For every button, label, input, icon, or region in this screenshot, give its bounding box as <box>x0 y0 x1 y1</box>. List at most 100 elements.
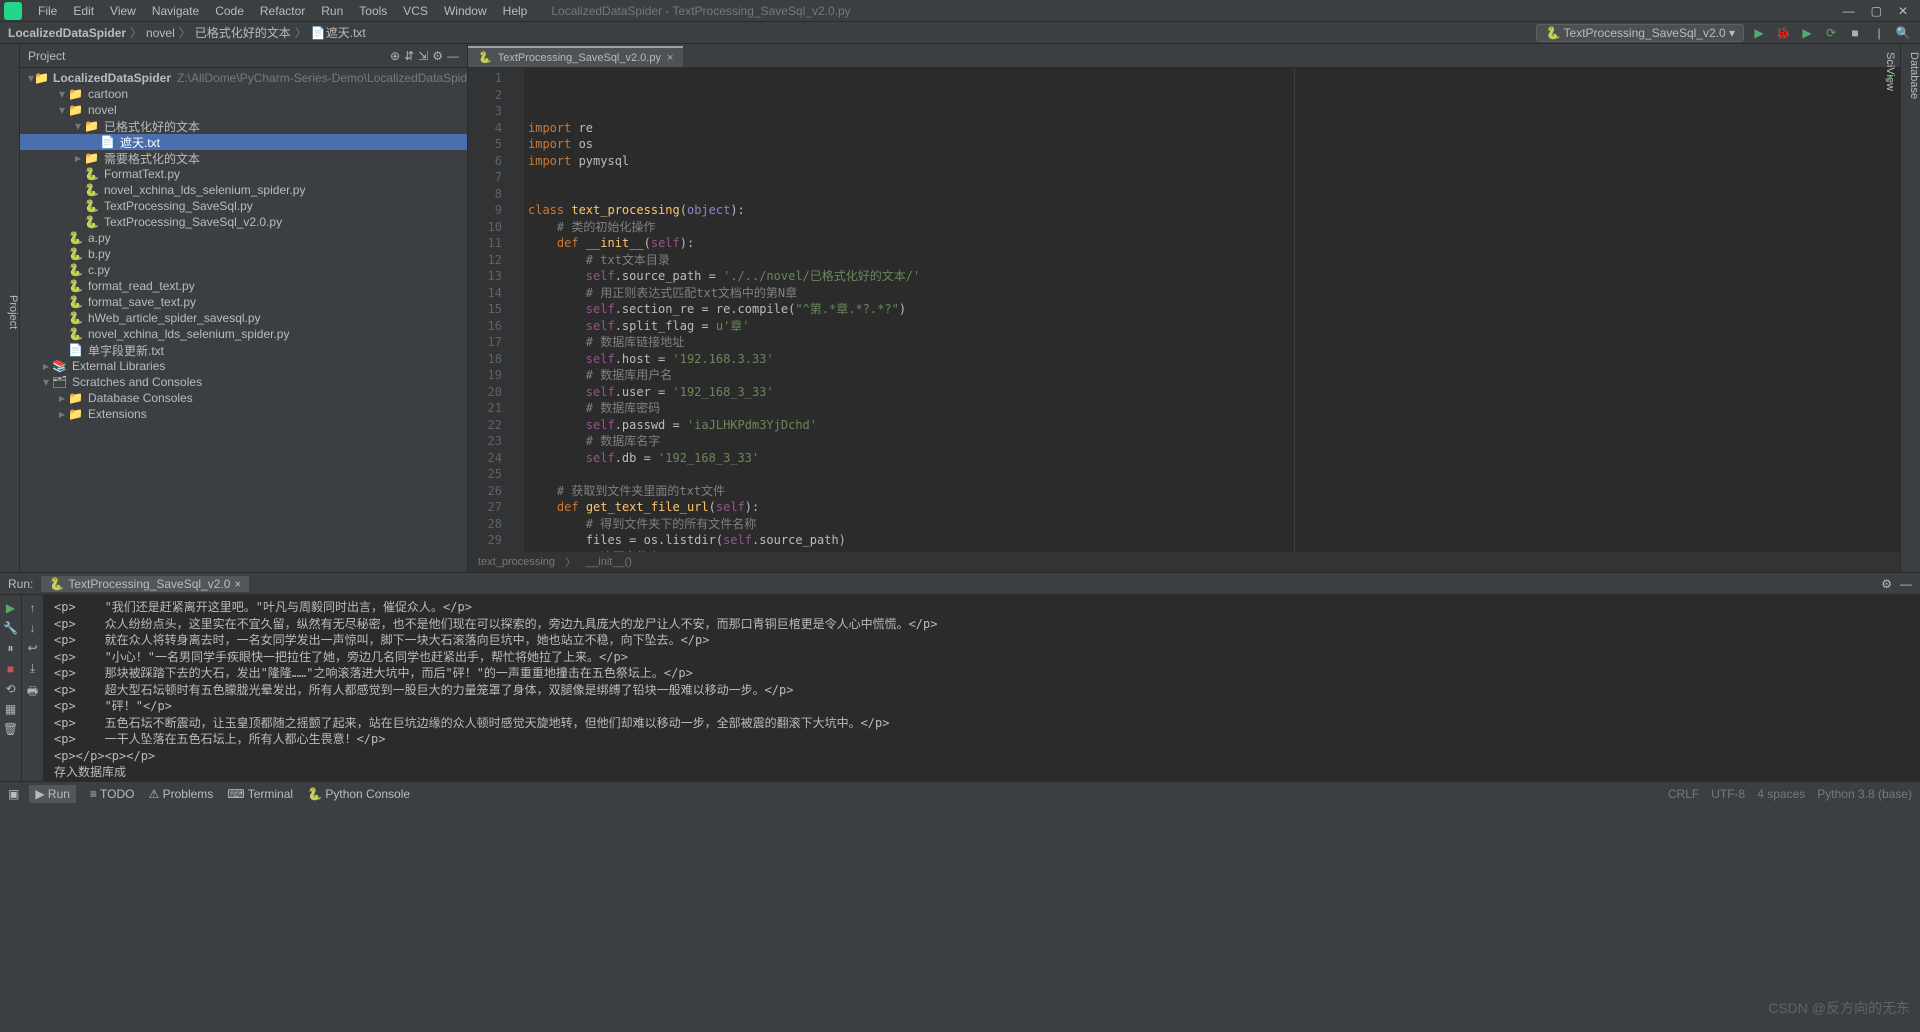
hide-icon[interactable]: — <box>447 49 459 63</box>
tree-item[interactable]: 🐍format_read_text.py <box>20 278 467 294</box>
status-tab-python console[interactable]: 🐍 Python Console <box>307 785 410 803</box>
watermark: CSDN @反方向的无东 <box>1768 998 1910 1018</box>
menu-code[interactable]: Code <box>207 2 252 20</box>
maximize-button[interactable]: ▢ <box>1871 4 1882 18</box>
tree-item[interactable]: 🐍novel_xchina_lds_selenium_spider.py <box>20 326 467 342</box>
up-icon[interactable]: ↑ <box>30 601 36 615</box>
menu-navigate[interactable]: Navigate <box>144 2 207 20</box>
coverage-button[interactable]: ▶ <box>1798 24 1816 42</box>
run-toolbar-secondary: ↑ ↓ ↩ ⤓ 🖶 <box>22 595 44 781</box>
status-info[interactable]: 4 spaces <box>1757 787 1805 801</box>
window-title: LocalizedDataSpider - TextProcessing_Sav… <box>551 4 850 18</box>
settings-icon[interactable]: ⚙ <box>1881 577 1892 591</box>
breadcrumb[interactable]: novel <box>146 26 175 40</box>
run-config-selector[interactable]: 🐍 TextProcessing_SaveSql_v2.0 ▾ <box>1536 24 1744 42</box>
menu-run[interactable]: Run <box>313 2 351 20</box>
editor-tab[interactable]: 🐍 TextProcessing_SaveSql_v2.0.py × <box>468 46 683 67</box>
status-tab-run[interactable]: ▶ Run <box>29 785 76 803</box>
tree-item[interactable]: 🐍format_save_text.py <box>20 294 467 310</box>
status-info[interactable]: Python 3.8 (base) <box>1817 787 1912 801</box>
tree-item[interactable]: ▸📚External Libraries <box>20 358 467 374</box>
tree-item[interactable]: ▸📁Extensions <box>20 406 467 422</box>
tree-item[interactable]: 🐍TextProcessing_SaveSql.py <box>20 198 467 214</box>
status-tab-problems[interactable]: ⚠ Problems <box>149 785 214 803</box>
file-icon: 📄 <box>311 26 326 40</box>
rerun-button[interactable]: ▶ <box>6 601 15 615</box>
menu-window[interactable]: Window <box>436 2 495 20</box>
divider: | <box>1870 24 1888 42</box>
inspection-ok-icon[interactable]: ✔ <box>1884 72 1894 86</box>
tree-item[interactable]: 🐍b.py <box>20 246 467 262</box>
menu-edit[interactable]: Edit <box>65 2 102 20</box>
status-bar: ▣ ▶ Run ≡ TODO ⚠ Problems ⌨ Terminal 🐍 Pytho… <box>0 781 1920 805</box>
minimize-button[interactable]: — <box>1843 4 1855 18</box>
tree-item[interactable]: ▾📁novel <box>20 102 467 118</box>
tree-item[interactable]: ▸📁需要格式化的文本 <box>20 150 467 166</box>
tree-item[interactable]: ▾🗂Scratches and Consoles <box>20 374 467 390</box>
soft-wrap-icon[interactable]: ↩ <box>27 641 37 655</box>
menu-vcs[interactable]: VCS <box>395 2 436 20</box>
breadcrumb[interactable]: 已格式化好的文本 <box>195 24 291 41</box>
close-button[interactable]: ✕ <box>1898 4 1908 18</box>
select-opened-icon[interactable]: ⊕ <box>390 49 400 63</box>
right-tool-stripe[interactable]: Database SciView <box>1900 44 1920 572</box>
expand-all-icon[interactable]: ⇵ <box>404 49 414 63</box>
stop-button[interactable]: ■ <box>1846 24 1864 42</box>
tree-item[interactable]: 📄遮天.txt <box>20 134 467 150</box>
nav-bar: LocalizedDataSpider 〉 novel 〉 已格式化好的文本 〉… <box>0 22 1920 44</box>
tree-item[interactable]: 🐍TextProcessing_SaveSql_v2.0.py <box>20 214 467 230</box>
breadcrumb-file[interactable]: 遮天.txt <box>326 24 366 41</box>
menu-help[interactable]: Help <box>495 2 536 20</box>
search-everywhere-button[interactable]: 🔍 <box>1894 24 1912 42</box>
tools-icon[interactable]: 🔧 <box>3 621 18 635</box>
tree-item[interactable]: 🐍c.py <box>20 262 467 278</box>
tree-item[interactable]: ▾📁cartoon <box>20 86 467 102</box>
code-editor[interactable]: import reimport osimport pymysqlclass te… <box>524 68 1900 552</box>
status-info[interactable]: UTF-8 <box>1711 787 1745 801</box>
stop-button[interactable]: ■ <box>7 662 14 676</box>
menu-file[interactable]: File <box>30 2 65 20</box>
tree-root[interactable]: ▾📁 LocalizedDataSpider Z:\AllDome\PyChar… <box>20 70 467 86</box>
close-icon[interactable]: × <box>234 577 241 591</box>
print-icon[interactable]: 🖶 <box>27 682 38 703</box>
run-toolbar-primary: ▶ 🔧 ⏸ ■ ⟲ ▦ 🗑 <box>0 595 22 781</box>
down-icon[interactable]: ↓ <box>30 621 36 635</box>
tree-item[interactable]: 📄单字段更新.txt <box>20 342 467 358</box>
tree-item[interactable]: ▸📁Database Consoles <box>20 390 467 406</box>
tree-item[interactable]: 🐍FormatText.py <box>20 166 467 182</box>
project-title[interactable]: Project <box>28 49 65 63</box>
scroll-end-icon[interactable]: ⤓ <box>30 661 35 676</box>
tree-item[interactable]: ▾📁已格式化好的文本 <box>20 118 467 134</box>
filter-icon[interactable]: ⏸ <box>7 641 13 656</box>
close-tab-icon[interactable]: × <box>667 52 673 64</box>
trash-icon[interactable]: 🗑 <box>3 722 18 736</box>
status-tab-terminal[interactable]: ⌨ Terminal <box>227 785 293 803</box>
console-output[interactable]: <p> "我们还是赶紧离开这里吧。"叶凡与周毅同时出言，催促众人。</p><p>… <box>44 595 1920 781</box>
collapse-all-icon[interactable]: ⇲ <box>418 49 428 63</box>
layout-icon[interactable]: ▦ <box>5 702 16 716</box>
editor-breadcrumbs[interactable]: text_processing〉__init__() <box>468 552 1900 572</box>
line-gutter[interactable]: 1234567891011121314151617181920212223242… <box>468 68 512 552</box>
restart-icon[interactable]: ⟲ <box>5 682 15 696</box>
project-panel: Project ⊕ ⇵ ⇲ ⚙ — ▾📁 LocalizedDataSpider… <box>20 44 468 572</box>
menu-refactor[interactable]: Refactor <box>252 2 313 20</box>
fold-gutter[interactable] <box>512 68 524 552</box>
profile-button[interactable]: ⟳ <box>1822 24 1840 42</box>
menu-view[interactable]: View <box>102 2 144 20</box>
status-info[interactable]: CRLF <box>1668 787 1699 801</box>
run-button[interactable]: ▶ <box>1750 24 1768 42</box>
tree-item[interactable]: 🐍a.py <box>20 230 467 246</box>
tree-item[interactable]: 🐍hWeb_article_spider_savesql.py <box>20 310 467 326</box>
breadcrumb-project[interactable]: LocalizedDataSpider <box>8 26 126 40</box>
menu-tools[interactable]: Tools <box>351 2 395 20</box>
hide-icon[interactable]: — <box>1900 577 1912 591</box>
left-tool-stripe[interactable]: Project <box>0 44 20 572</box>
tree-item[interactable]: 🐍novel_xchina_lds_selenium_spider.py <box>20 182 467 198</box>
status-tab-todo[interactable]: ≡ TODO <box>90 785 135 803</box>
project-tree[interactable]: ▾📁 LocalizedDataSpider Z:\AllDome\PyChar… <box>20 68 467 572</box>
right-margin-guide <box>1294 68 1295 552</box>
settings-icon[interactable]: ⚙ <box>432 49 443 63</box>
run-tab[interactable]: 🐍 TextProcessing_SaveSql_v2.0 × <box>41 576 249 592</box>
debug-button[interactable]: 🐞 <box>1774 24 1792 42</box>
tool-window-button[interactable]: ▣ <box>8 787 19 801</box>
